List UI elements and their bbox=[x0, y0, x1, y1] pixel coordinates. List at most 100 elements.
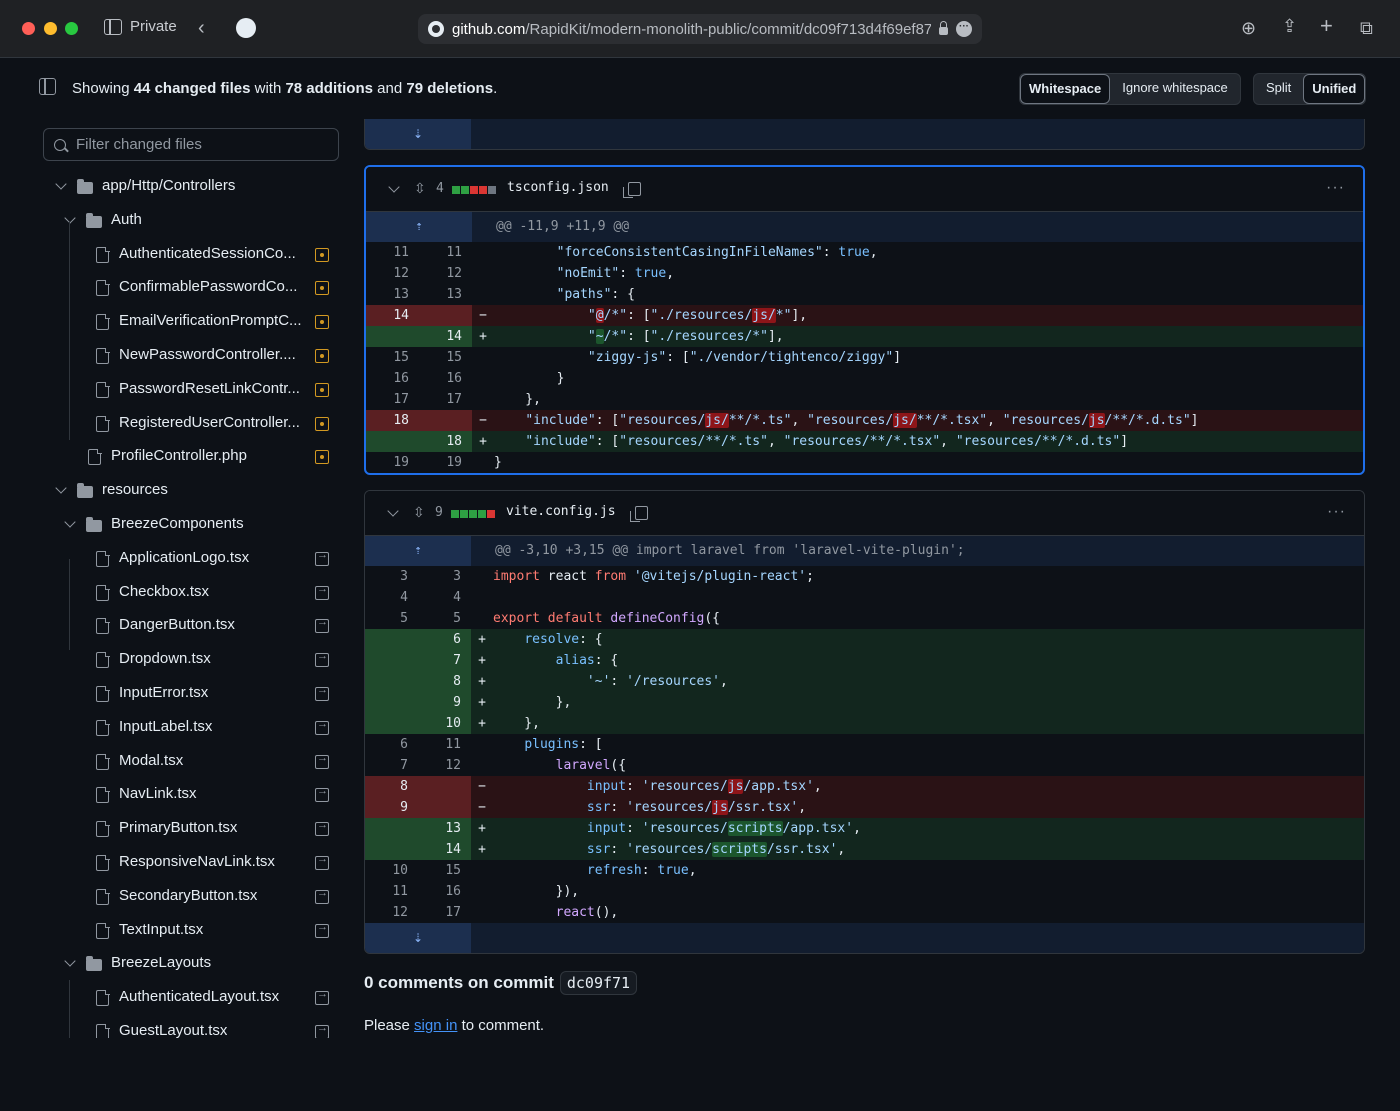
old-line-number[interactable]: 6 bbox=[365, 734, 418, 755]
old-line-number[interactable]: 10 bbox=[365, 860, 418, 881]
new-line-number[interactable]: 10 bbox=[418, 713, 471, 734]
old-line-number[interactable]: 17 bbox=[366, 389, 419, 410]
new-line-number[interactable]: 8 bbox=[418, 671, 471, 692]
whitespace-button[interactable]: Whitespace bbox=[1020, 74, 1110, 104]
tree-file[interactable]: Modal.tsx bbox=[0, 745, 350, 779]
new-line-number[interactable]: 17 bbox=[418, 902, 471, 923]
new-line-number[interactable]: 15 bbox=[419, 347, 472, 368]
new-line-number[interactable]: 3 bbox=[418, 566, 471, 587]
copy-icon[interactable] bbox=[635, 506, 648, 520]
new-line-number[interactable]: 15 bbox=[418, 860, 471, 881]
tree-file[interactable]: PrimaryButton.tsx bbox=[0, 812, 350, 846]
privacy-report-icon[interactable] bbox=[236, 18, 256, 38]
split-button[interactable]: Split bbox=[1254, 74, 1303, 104]
new-line-number[interactable]: 16 bbox=[419, 368, 472, 389]
new-line-number[interactable]: 11 bbox=[419, 242, 472, 263]
commit-sha[interactable]: dc09f71 bbox=[560, 971, 637, 995]
tree-file[interactable]: DangerButton.tsx bbox=[0, 609, 350, 643]
old-line-number[interactable]: 11 bbox=[366, 242, 419, 263]
collapse-chevron-icon[interactable] bbox=[388, 181, 399, 192]
page-menu-icon[interactable]: ··· bbox=[956, 21, 972, 37]
old-line-number[interactable]: 16 bbox=[366, 368, 419, 389]
filter-files-input[interactable]: Filter changed files bbox=[43, 128, 339, 161]
chevron-down-icon[interactable] bbox=[55, 178, 66, 189]
expand-up-icon[interactable]: ⇡ bbox=[365, 536, 471, 566]
tree-file[interactable]: AuthenticatedSessionCo... bbox=[0, 238, 350, 272]
old-line-number[interactable]: 12 bbox=[366, 263, 419, 284]
old-line-number[interactable] bbox=[366, 326, 419, 347]
old-line-number[interactable]: 7 bbox=[365, 755, 418, 776]
tree-folder[interactable]: BreezeLayouts bbox=[0, 947, 350, 981]
ignore-whitespace-button[interactable]: Ignore whitespace bbox=[1110, 74, 1240, 104]
new-line-number[interactable]: 17 bbox=[419, 389, 472, 410]
chevron-down-icon[interactable] bbox=[55, 482, 66, 493]
old-line-number[interactable] bbox=[366, 431, 419, 452]
new-line-number[interactable]: 11 bbox=[418, 734, 471, 755]
zoom-window-button[interactable] bbox=[65, 22, 78, 35]
old-line-number[interactable]: 5 bbox=[365, 608, 418, 629]
minimize-window-button[interactable] bbox=[44, 22, 57, 35]
new-line-number[interactable]: 19 bbox=[419, 452, 472, 473]
more-options-icon[interactable]: ··· bbox=[1327, 503, 1346, 521]
expand-all-icon[interactable]: ⇳ bbox=[414, 180, 426, 197]
new-line-number[interactable]: 6 bbox=[418, 629, 471, 650]
new-line-number[interactable] bbox=[418, 776, 471, 797]
new-line-number[interactable] bbox=[419, 305, 472, 326]
new-line-number[interactable]: 13 bbox=[419, 284, 472, 305]
old-line-number[interactable]: 15 bbox=[366, 347, 419, 368]
tree-file[interactable]: RegisteredUserController... bbox=[0, 407, 350, 441]
expand-down-row[interactable]: ⇣ bbox=[365, 923, 1364, 953]
tree-file[interactable]: InputError.tsx bbox=[0, 677, 350, 711]
tree-file[interactable]: ResponsiveNavLink.tsx bbox=[0, 846, 350, 880]
tree-file[interactable]: ProfileController.php bbox=[0, 440, 350, 474]
tree-file[interactable]: InputLabel.tsx bbox=[0, 711, 350, 745]
diff-filename[interactable]: vite.config.js bbox=[506, 504, 616, 519]
address-bar[interactable]: github.com/RapidKit/modern-monolith-publ… bbox=[418, 14, 982, 44]
chevron-down-icon[interactable] bbox=[64, 212, 75, 223]
downloads-icon[interactable]: ⊕ bbox=[1241, 18, 1256, 38]
new-line-number[interactable] bbox=[418, 797, 471, 818]
old-line-number[interactable] bbox=[365, 629, 418, 650]
new-line-number[interactable]: 7 bbox=[418, 650, 471, 671]
new-line-number[interactable]: 12 bbox=[419, 263, 472, 284]
old-line-number[interactable]: 19 bbox=[366, 452, 419, 473]
tree-file[interactable]: ApplicationLogo.tsx bbox=[0, 542, 350, 576]
tree-file[interactable]: AuthenticatedLayout.tsx bbox=[0, 981, 350, 1015]
collapse-chevron-icon[interactable] bbox=[387, 505, 398, 516]
file-tree-toggle-icon[interactable] bbox=[39, 78, 56, 95]
tree-file[interactable]: Checkbox.tsx bbox=[0, 576, 350, 610]
more-options-icon[interactable]: ··· bbox=[1326, 179, 1345, 197]
old-line-number[interactable] bbox=[365, 650, 418, 671]
tree-folder[interactable]: resources bbox=[0, 474, 350, 508]
old-line-number[interactable] bbox=[365, 671, 418, 692]
sidebar-private-toggle[interactable]: Private bbox=[104, 18, 177, 35]
expand-up-icon[interactable]: ⇡ bbox=[366, 212, 472, 242]
old-line-number[interactable]: 14 bbox=[366, 305, 419, 326]
new-tab-icon[interactable]: + bbox=[1320, 16, 1333, 36]
old-line-number[interactable]: 13 bbox=[366, 284, 419, 305]
copy-icon[interactable] bbox=[628, 182, 641, 196]
tree-file[interactable]: Dropdown.tsx bbox=[0, 643, 350, 677]
tree-file[interactable]: GuestLayout.tsx bbox=[0, 1015, 350, 1038]
old-line-number[interactable]: 4 bbox=[365, 587, 418, 608]
old-line-number[interactable] bbox=[365, 713, 418, 734]
new-line-number[interactable]: 14 bbox=[418, 839, 471, 860]
new-line-number[interactable]: 16 bbox=[418, 881, 471, 902]
old-line-number[interactable]: 11 bbox=[365, 881, 418, 902]
old-line-number[interactable]: 8 bbox=[365, 776, 418, 797]
tree-folder[interactable]: app/Http/Controllers bbox=[0, 170, 350, 204]
new-line-number[interactable]: 18 bbox=[419, 431, 472, 452]
old-line-number[interactable]: 9 bbox=[365, 797, 418, 818]
tree-file[interactable]: EmailVerificationPromptC... bbox=[0, 305, 350, 339]
back-icon[interactable]: ‹ bbox=[198, 18, 205, 38]
diff-filename[interactable]: tsconfig.json bbox=[507, 180, 609, 195]
new-line-number[interactable] bbox=[419, 410, 472, 431]
new-line-number[interactable]: 5 bbox=[418, 608, 471, 629]
expand-down-row[interactable]: ⇣ bbox=[365, 119, 1364, 149]
tab-overview-icon[interactable]: ⧉ bbox=[1360, 18, 1373, 38]
share-icon[interactable]: ⇪ bbox=[1282, 16, 1297, 36]
old-line-number[interactable] bbox=[365, 818, 418, 839]
tree-folder[interactable]: Auth bbox=[0, 204, 350, 238]
expand-all-icon[interactable]: ⇳ bbox=[413, 504, 425, 521]
old-line-number[interactable] bbox=[365, 692, 418, 713]
